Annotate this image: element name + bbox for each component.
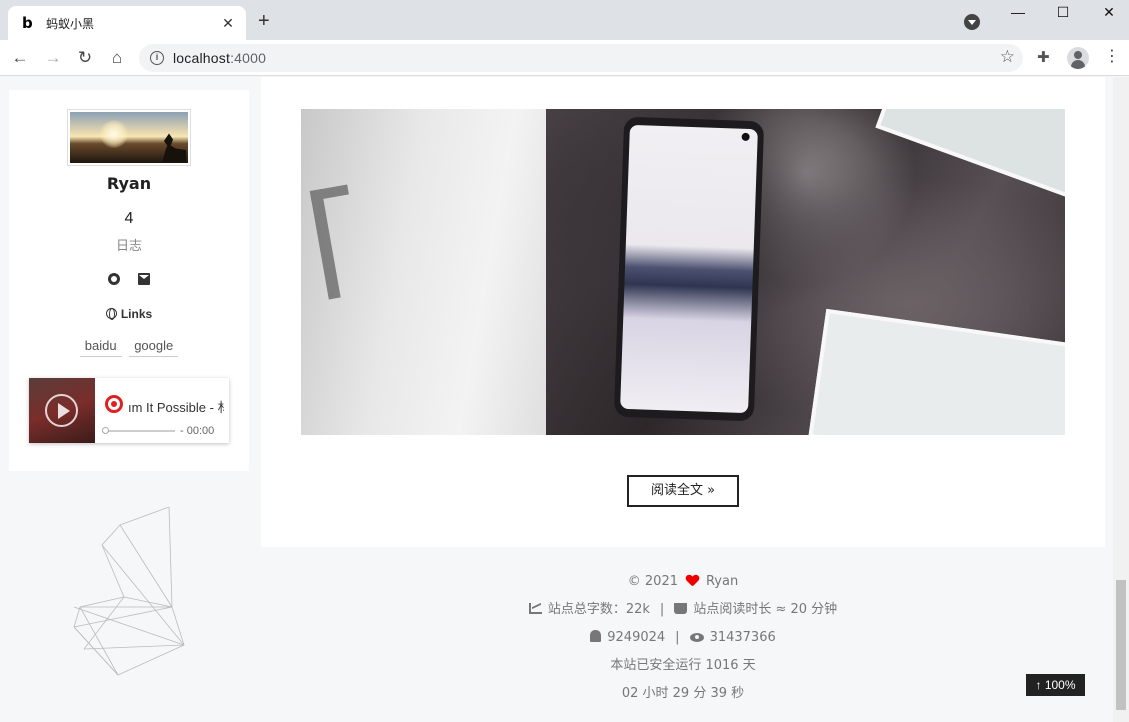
close-window-button[interactable]: ✕ bbox=[1099, 4, 1119, 21]
reload-icon[interactable]: ↻ bbox=[75, 48, 95, 68]
word-count: 22k bbox=[625, 602, 650, 617]
bookmark-star-icon[interactable]: ☆ bbox=[1000, 47, 1015, 67]
maximize-button[interactable]: ☐ bbox=[1053, 4, 1073, 21]
home-icon[interactable]: ⌂ bbox=[107, 48, 127, 68]
site-info-icon[interactable]: i bbox=[150, 51, 164, 65]
visitor-count: 9249024 bbox=[607, 630, 666, 645]
social-links bbox=[9, 272, 249, 290]
scrollbar-thumb[interactable] bbox=[1116, 580, 1126, 710]
browser-tab[interactable]: b 蚂蚁小黑 ✕ bbox=[8, 6, 246, 40]
page-scrollbar[interactable] bbox=[1113, 77, 1129, 722]
globe-icon bbox=[105, 308, 117, 320]
footer-stats: 站点总字数：22k | 站点阅读时长 ≈ 20 分钟 bbox=[261, 596, 1105, 624]
links-title-text: Links bbox=[120, 307, 153, 321]
read-time: 20 分钟 bbox=[790, 602, 838, 617]
sidebar: Ryan 4 日志 Links baidu google ım It Possi… bbox=[9, 90, 249, 471]
read-more-button[interactable]: 阅读全文 » bbox=[627, 475, 739, 507]
music-player: ım It Possible - 林 - 00:00 bbox=[29, 378, 229, 443]
github-icon[interactable] bbox=[108, 273, 120, 285]
coffee-icon bbox=[674, 603, 688, 614]
author-avatar bbox=[67, 109, 191, 166]
owner-name: Ryan bbox=[705, 574, 739, 589]
avatar-image bbox=[70, 112, 188, 163]
post-count-label[interactable]: 日志 bbox=[9, 235, 249, 254]
forward-arrow-icon[interactable]: → bbox=[43, 48, 63, 68]
progress-handle[interactable] bbox=[102, 427, 109, 434]
playback-time: - 00:00 bbox=[180, 425, 215, 437]
extensions-icon[interactable]: ✚ bbox=[1037, 48, 1050, 66]
mail-icon[interactable] bbox=[138, 273, 150, 285]
separator: | bbox=[675, 630, 680, 645]
site-footer: © 2021 Ryan 站点总字数：22k | 站点阅读时长 ≈ 20 分钟 9249… bbox=[261, 568, 1105, 708]
post-count[interactable]: 4 bbox=[9, 210, 249, 228]
url-port: :4000 bbox=[230, 50, 267, 66]
progress-bar[interactable] bbox=[105, 430, 175, 432]
links-title: Links bbox=[9, 307, 249, 321]
post-content: 阅读全文 » bbox=[261, 77, 1105, 547]
eye-icon bbox=[689, 633, 704, 642]
url-text[interactable]: localhost:4000 bbox=[173, 50, 266, 66]
tab-close-icon[interactable]: ✕ bbox=[220, 15, 236, 32]
view-count: 31437366 bbox=[709, 630, 776, 645]
heart-icon bbox=[686, 575, 698, 586]
profile-avatar-icon[interactable] bbox=[1067, 47, 1089, 69]
read-time-label: 站点阅读时长 ≈ bbox=[693, 602, 787, 617]
image-phone bbox=[613, 116, 765, 422]
song-title: ım It Possible - 林 bbox=[128, 400, 224, 415]
album-cover bbox=[29, 378, 95, 443]
browser-menu-icon[interactable]: ⋮ bbox=[1104, 48, 1120, 66]
post-cover-image bbox=[301, 109, 1065, 435]
tab-favicon-icon: b bbox=[22, 14, 33, 32]
link-baidu[interactable]: baidu bbox=[79, 336, 122, 357]
url-host: localhost bbox=[173, 50, 231, 66]
play-icon[interactable] bbox=[45, 394, 78, 427]
new-tab-button[interactable]: + bbox=[258, 11, 270, 31]
polygon-decoration bbox=[73, 506, 185, 676]
user-icon bbox=[590, 630, 602, 642]
back-arrow-icon[interactable]: ← bbox=[10, 48, 30, 68]
tab-title: 蚂蚁小黑 bbox=[46, 16, 95, 31]
browser-toolbar: ← → ↻ ⌂ i localhost:4000 ☆ bbox=[0, 40, 1129, 76]
copyright-text: © 2021 bbox=[627, 574, 678, 589]
author-name: Ryan bbox=[106, 174, 152, 193]
footer-copyright: © 2021 Ryan bbox=[261, 568, 1105, 596]
chart-icon bbox=[528, 603, 542, 614]
footer-visitors: 9249024 | 31437366 bbox=[261, 624, 1105, 652]
links-list: baidu google bbox=[9, 336, 249, 357]
netease-music-icon bbox=[105, 395, 123, 413]
footer-uptime: 本站已安全运行 1016 天 bbox=[610, 658, 756, 673]
separator: | bbox=[659, 602, 665, 617]
image-phone-screen bbox=[620, 124, 758, 414]
page-viewport: Ryan 4 日志 Links baidu google ım It Possi… bbox=[0, 77, 1113, 722]
word-count-label: 站点总字数： bbox=[547, 602, 626, 617]
link-google[interactable]: google bbox=[129, 336, 179, 357]
browser-tab-bar: b 蚂蚁小黑 ✕ + — ☐ ✕ bbox=[0, 0, 1129, 40]
footer-uptime-time: 02 小时 29 分 39 秒 bbox=[621, 686, 745, 701]
minimize-button[interactable]: — bbox=[1008, 4, 1028, 20]
tab-search-icon[interactable] bbox=[964, 14, 980, 30]
address-bar[interactable]: i localhost:4000 ☆ bbox=[139, 44, 1023, 72]
back-to-top-button[interactable]: ↑ 100% bbox=[1026, 674, 1085, 696]
